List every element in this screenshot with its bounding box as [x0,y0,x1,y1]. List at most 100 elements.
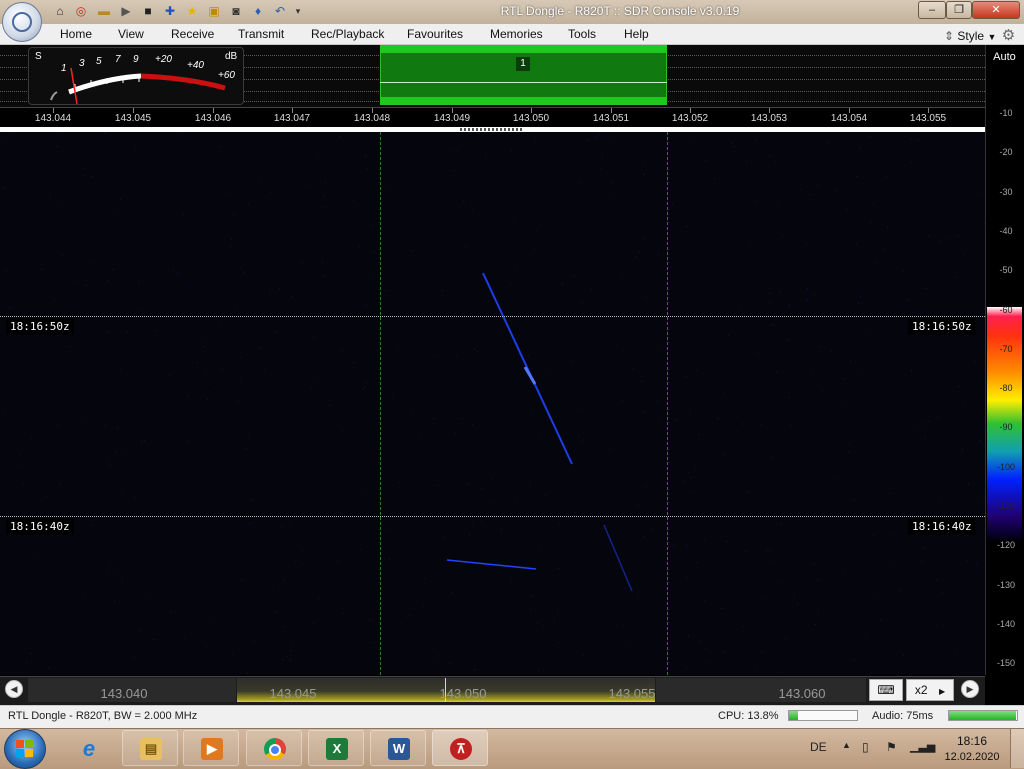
frequency-tick-mark [690,108,691,113]
db-tick-label: -100 [996,461,1015,472]
frequency-tick-label: 143.050 [512,113,550,124]
chevron-right-icon: ▶ [938,687,946,696]
tray-expand-icon[interactable]: ▲ [842,740,851,750]
frequency-tick-label: 143.045 [114,113,152,124]
app-logo-icon [12,12,32,32]
s-meter: S dB 1 3 5 7 9 +20 +40 +60 [28,47,244,105]
menu-rec-playback[interactable]: Rec/Playback [311,27,384,41]
time-marker-line [0,516,985,517]
windows-logo-part [25,740,33,748]
lifebuoy-icon[interactable]: ◎ [73,3,89,19]
home-icon[interactable]: ⌂ [52,3,68,19]
star-icon[interactable]: ★ [184,3,200,19]
frequency-tick-label: 143.054 [830,113,868,124]
window-title: RTL Dongle - R820T :: SDR Console v3.0.1… [500,4,740,18]
dropper-icon[interactable]: ♦ [250,3,266,19]
network-icon[interactable]: ▁▃▅ [910,740,935,753]
play-icon[interactable]: ▶ [118,3,134,19]
audio-meter-fill [949,711,1016,720]
signal-trace [603,524,633,592]
s-scale-plus20: +20 [155,54,172,65]
clock-date[interactable]: 12.02.2020 [940,751,1004,763]
filter-top-bar[interactable] [380,45,667,53]
filter-edge-right [667,132,668,675]
db-tick-label: -60 [999,304,1013,315]
frequency-tick-label: 143.053 [750,113,788,124]
taskbar-excel[interactable]: X [308,730,364,766]
zoom-button[interactable]: x2 ▶ [906,679,954,701]
signal-trace [446,559,537,570]
style-switch-icon: ⇕ [944,29,955,43]
folder-icon[interactable]: ▬ [96,3,112,19]
cpu-label: CPU: 13.8% [718,710,779,722]
flag-icon[interactable]: ⚑ [886,740,897,754]
style-menu[interactable]: ⇕ Style ▼ ⚙ [944,26,1015,44]
excel-icon: X [326,738,348,760]
maximize-button[interactable]: ❐ [946,1,972,19]
lock-icon[interactable]: ▣ [206,3,222,19]
taskbar-word[interactable]: W [370,730,426,766]
show-desktop-button[interactable] [1010,729,1024,768]
frequency-tick-label: 143.044 [34,113,72,124]
windows-logo-icon [16,740,24,748]
db-tick-label: -20 [999,147,1013,158]
close-button[interactable]: ✕ [972,1,1020,19]
media-player-icon: ▶ [201,738,223,760]
language-indicator[interactable]: DE [810,740,827,754]
frequency-tick-mark [213,108,214,113]
panel-splitter-handle[interactable] [460,128,524,131]
menu-favourites[interactable]: Favourites [407,27,463,41]
internet-explorer-icon: e [82,736,96,761]
filter-edge-left [380,132,381,675]
time-marker-left: 18:16:50z [6,318,74,335]
taskbar-chrome[interactable] [246,730,302,766]
frequency-tick-mark [611,108,612,113]
minimize-button[interactable]: – [918,1,946,19]
taskbar-sdr-console[interactable]: ⊼ [432,730,488,766]
menu-view[interactable]: View [118,27,144,41]
add-icon[interactable]: ✚ [162,3,178,19]
zoom-label: x2 [914,683,928,697]
gear-icon[interactable]: ⚙ [1002,27,1015,44]
quick-access-dropdown-icon[interactable]: ▾ [290,3,306,19]
keyboard-button[interactable]: ⌨ [869,679,903,701]
taskbar-file-explorer[interactable]: ▤ [122,730,178,766]
taskbar-media-player[interactable]: ▶ [183,730,239,766]
vfo-number-badge: 1 [516,57,530,71]
db-tick-label: -120 [996,540,1015,551]
clock-time[interactable]: 18:16 [944,734,1000,748]
camera-icon[interactable]: ◙ [228,3,244,19]
time-marker-left: 18:16:40z [6,518,74,535]
stop-icon[interactable]: ■ [140,3,156,19]
taskbar-internet-explorer[interactable]: e [60,730,116,766]
app-menu-button[interactable] [2,2,42,42]
menu-home[interactable]: Home [60,27,92,41]
filter-center-line [380,82,667,83]
bandwidth-filter[interactable] [380,45,667,105]
menu-memories[interactable]: Memories [490,27,543,41]
menu-transmit[interactable]: Transmit [238,27,284,41]
noise-speckle [0,132,985,674]
frequency-tick-mark [133,108,134,113]
menu-receive[interactable]: Receive [171,27,214,41]
s-scale-7: 7 [115,54,121,65]
auto-scale-button[interactable]: Auto [987,51,1022,67]
menu-tools[interactable]: Tools [568,27,596,41]
scroll-left-button[interactable]: ◀ [5,680,23,698]
frequency-tick-mark [53,108,54,113]
db-tick-label: -150 [996,658,1015,669]
waterfall-display[interactable] [0,132,985,675]
undo-icon[interactable]: ↶ [272,3,288,19]
audio-label: Audio: 75ms [872,710,934,722]
start-button[interactable] [4,729,46,769]
db-tick-label: -40 [999,225,1013,236]
time-marker-line [0,316,985,317]
menu-help[interactable]: Help [624,27,649,41]
s-scale-plus40: +40 [187,60,204,71]
scroll-right-button[interactable]: ▶ [961,680,979,698]
windows-logo-part [25,749,33,757]
frequency-tick-mark [452,108,453,113]
device-icon[interactable]: ▯ [862,740,869,754]
filter-bottom-bar[interactable] [380,97,667,105]
frequency-tick-mark [372,108,373,113]
